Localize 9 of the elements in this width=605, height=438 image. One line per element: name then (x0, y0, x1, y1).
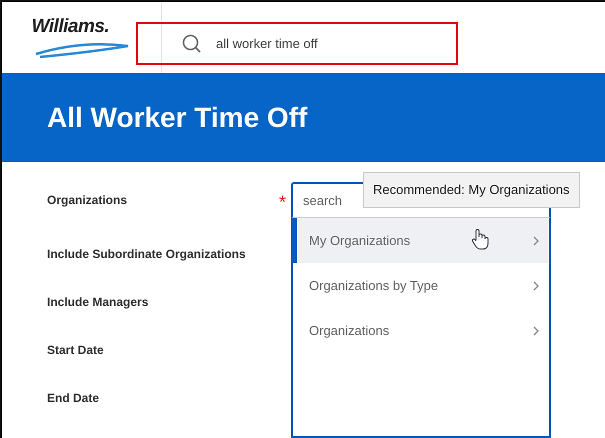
field-label: Start Date (47, 342, 105, 359)
page-title: All Worker Time Off (47, 100, 308, 134)
field-label: Include Subordinate Organizations (47, 246, 247, 263)
logo-text: Williams. (32, 15, 110, 40)
tooltip: Recommended: My Organizations (363, 172, 580, 208)
field-label: Include Managers (47, 294, 150, 311)
required-mark: * (279, 191, 288, 214)
field-label: Organizations (47, 192, 128, 209)
field-label: End Date (47, 390, 100, 407)
